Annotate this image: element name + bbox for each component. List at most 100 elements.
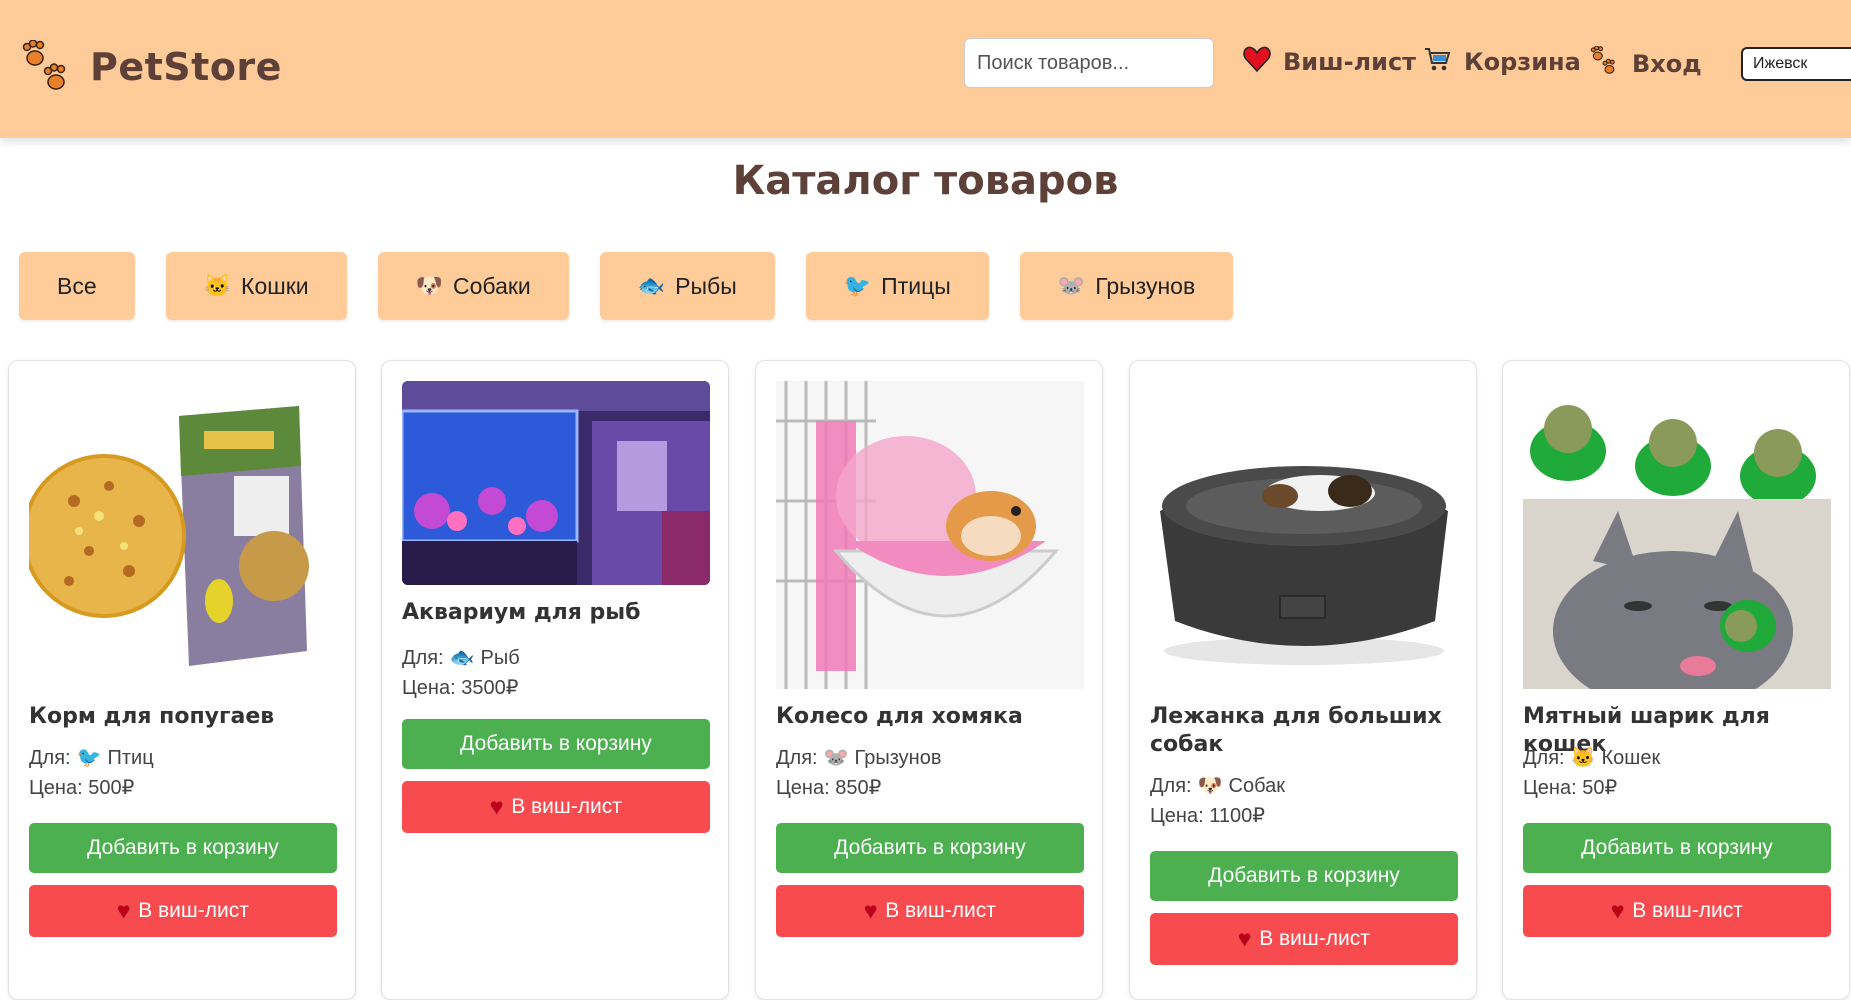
- product-title[interactable]: Колесо для хомяка: [776, 703, 1086, 731]
- product-title[interactable]: Аквариум для рыб: [402, 599, 712, 627]
- product-image[interactable]: [776, 381, 1084, 689]
- for-value: Кошек: [1601, 747, 1661, 769]
- filter-cats[interactable]: 🐱 Кошки: [165, 252, 347, 320]
- product-card: Корм для попугаев Для: 🐦 Птиц Цена: 500₽ Д…: [8, 360, 356, 1000]
- add-to-wishlist-button[interactable]: ♥ В виш-лист: [776, 885, 1084, 937]
- dog-icon: 🐶: [1197, 775, 1223, 797]
- cart-icon: [1424, 46, 1452, 77]
- product-price: Цена: 3500₽: [402, 675, 518, 700]
- price-label: Цена:: [1150, 805, 1204, 827]
- for-label: Для:: [1523, 747, 1565, 769]
- price-value: 500₽: [88, 777, 135, 799]
- for-value: Рыб: [480, 647, 520, 669]
- heart-icon: ♥: [490, 794, 504, 819]
- price-label: Цена:: [402, 677, 456, 699]
- filter-label: Рыбы: [675, 272, 737, 299]
- add-to-cart-button[interactable]: Добавить в корзину: [1150, 851, 1458, 901]
- filter-label: Собаки: [453, 272, 531, 299]
- price-label: Цена:: [29, 777, 83, 799]
- paw-prints-icon: [22, 39, 74, 94]
- product-title[interactable]: Лежанка для больших собак: [1150, 703, 1460, 759]
- for-value: Грызунов: [854, 747, 942, 769]
- product-for: Для: 🐱 Кошек: [1523, 745, 1660, 770]
- nav-wishlist-label: Виш-лист: [1283, 47, 1417, 76]
- product-for: Для: 🐦 Птиц: [29, 745, 154, 770]
- product-card: Аквариум для рыб Для: 🐟 Рыб Цена: 3500₽ До…: [381, 360, 729, 1000]
- product-for: Для: 🐶 Собак: [1150, 773, 1285, 798]
- wishlist-button-label: В виш-лист: [885, 899, 996, 922]
- product-image[interactable]: [1523, 381, 1831, 689]
- category-filters: Все 🐱 Кошки 🐶 Собаки 🐟 Рыбы 🐦 Птицы 🐭 Гр…: [19, 252, 1234, 320]
- product-card: Лежанка для больших собак Для: 🐶 Собак Цен…: [1129, 360, 1477, 1000]
- product-price: Цена: 500₽: [29, 775, 134, 800]
- product-price: Цена: 1100₽: [1150, 803, 1265, 828]
- wishlist-button-label: В виш-лист: [1259, 927, 1370, 950]
- product-price: Цена: 850₽: [776, 775, 881, 800]
- product-price: Цена: 50₽: [1523, 775, 1617, 800]
- filter-all[interactable]: Все: [19, 252, 135, 320]
- nav-cart-link[interactable]: Корзина: [1424, 46, 1581, 77]
- search-input[interactable]: [964, 38, 1214, 88]
- for-value: Собак: [1228, 775, 1285, 797]
- add-to-cart-button[interactable]: Добавить в корзину: [776, 823, 1084, 873]
- price-label: Цена:: [776, 777, 830, 799]
- heart-icon: ♥: [117, 898, 131, 923]
- filter-fish[interactable]: 🐟 Рыбы: [599, 252, 775, 320]
- filter-birds[interactable]: 🐦 Птицы: [805, 252, 989, 320]
- price-value: 3500₽: [461, 677, 519, 699]
- add-to-cart-button[interactable]: Добавить в корзину: [1523, 823, 1831, 873]
- product-image[interactable]: [29, 381, 337, 689]
- product-image[interactable]: [402, 381, 710, 585]
- wishlist-button-label: В виш-лист: [1632, 899, 1743, 922]
- add-to-wishlist-button[interactable]: ♥ В виш-лист: [1150, 913, 1458, 965]
- product-card: Мятный шарик для кошек Для: 🐱 Кошек Цена: …: [1502, 360, 1850, 1000]
- parrot-icon: 🐦: [843, 273, 872, 298]
- nav-cart-label: Корзина: [1464, 47, 1581, 76]
- price-value: 1100₽: [1209, 805, 1265, 827]
- filter-dogs[interactable]: 🐶 Собаки: [377, 252, 569, 320]
- nav-login-link[interactable]: Вход: [1590, 45, 1702, 81]
- mouse-icon: 🐭: [823, 747, 849, 769]
- fish-icon: 🐟: [449, 647, 475, 669]
- site-header: PetStore Виш-лист Корзина Вход Ижевск: [0, 0, 1851, 138]
- city-select[interactable]: Ижевск: [1741, 47, 1851, 81]
- heart-icon: ♥: [1611, 898, 1625, 923]
- for-label: Для:: [402, 647, 444, 669]
- filter-label: Грызунов: [1095, 272, 1196, 299]
- page-title: Каталог товаров: [732, 158, 1119, 204]
- filter-label: Кошки: [241, 272, 309, 299]
- for-label: Для:: [29, 747, 71, 769]
- add-to-wishlist-button[interactable]: ♥ В виш-лист: [29, 885, 337, 937]
- add-to-wishlist-button[interactable]: ♥ В виш-лист: [402, 781, 710, 833]
- product-image[interactable]: [1150, 381, 1458, 689]
- parrot-icon: 🐦: [76, 747, 102, 769]
- for-label: Для:: [1150, 775, 1192, 797]
- logo[interactable]: PetStore: [22, 39, 282, 94]
- product-title[interactable]: Корм для попугаев: [29, 703, 339, 731]
- add-to-cart-button[interactable]: Добавить в корзину: [402, 719, 710, 769]
- add-to-wishlist-button[interactable]: ♥ В виш-лист: [1523, 885, 1831, 937]
- dog-icon: 🐶: [415, 273, 444, 298]
- mouse-icon: 🐭: [1057, 273, 1086, 298]
- wishlist-button-label: В виш-лист: [138, 899, 249, 922]
- price-value: 50₽: [1582, 777, 1618, 799]
- logo-text: PetStore: [90, 45, 282, 89]
- cat-icon: 🐱: [1570, 747, 1596, 769]
- heart-icon: ♥: [864, 898, 878, 923]
- price-label: Цена:: [1523, 777, 1577, 799]
- product-for: Для: 🐟 Рыб: [402, 645, 520, 670]
- add-to-cart-button[interactable]: Добавить в корзину: [29, 823, 337, 873]
- cat-icon: 🐱: [203, 273, 232, 298]
- filter-label: Все: [57, 272, 97, 299]
- nav-login-label: Вход: [1632, 49, 1702, 78]
- heart-icon: [1243, 46, 1271, 77]
- filter-label: Птицы: [881, 272, 951, 299]
- filter-rodents[interactable]: 🐭 Грызунов: [1019, 252, 1234, 320]
- price-value: 850₽: [835, 777, 882, 799]
- product-card: Колесо для хомяка Для: 🐭 Грызунов Цена: 85…: [755, 360, 1103, 1000]
- paw-icon: [1590, 45, 1620, 81]
- nav-wishlist-link[interactable]: Виш-лист: [1243, 46, 1416, 77]
- for-label: Для:: [776, 747, 818, 769]
- product-for: Для: 🐭 Грызунов: [776, 745, 941, 770]
- wishlist-button-label: В виш-лист: [511, 795, 622, 818]
